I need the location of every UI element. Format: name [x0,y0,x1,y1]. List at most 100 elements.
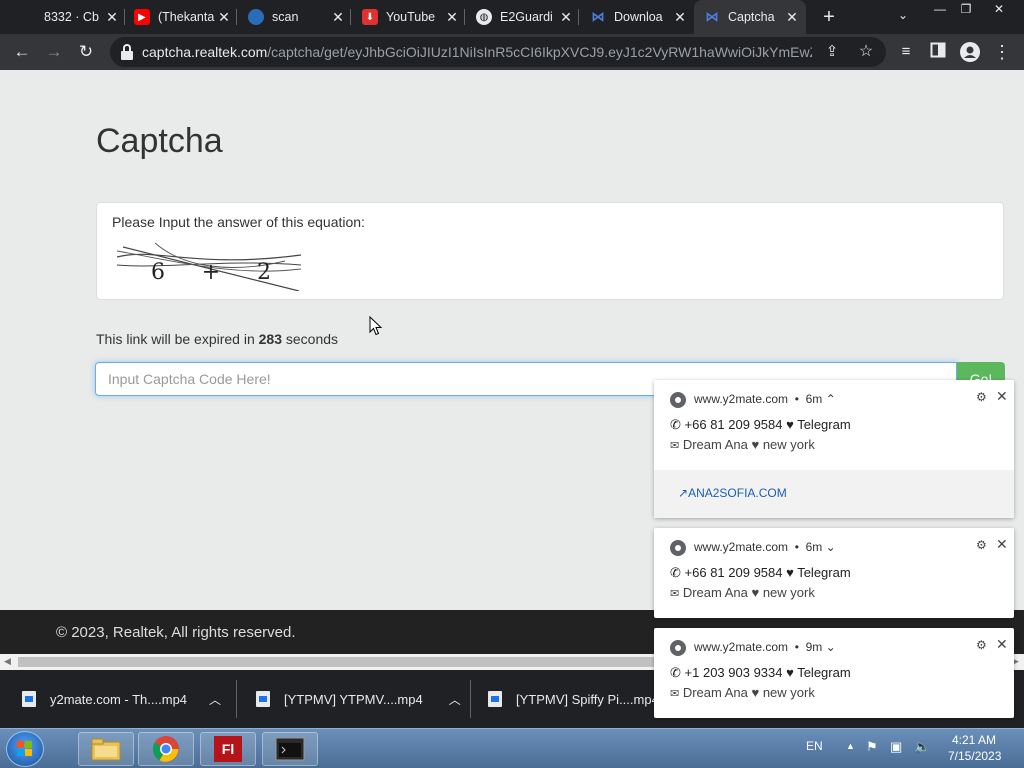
volume-muted-icon[interactable]: 🔈 [914,739,930,755]
reload-icon[interactable]: ↻ [76,42,96,62]
chevron-down-icon[interactable]: ⌄ [826,640,836,654]
notification-line-2: ✉ Dream Ana ♥ new york [670,685,815,700]
chevron-up-icon[interactable]: ⌃ [826,392,836,406]
side-panel-icon[interactable] [928,42,948,62]
clock[interactable]: 4:21 AM 7/15/2023 [948,733,1002,763]
download-item[interactable]: y2mate.com - Th....mp4 ︿ [22,670,221,728]
forward-icon[interactable]: → [44,42,64,62]
tab-divider [124,9,125,25]
network-icon[interactable]: ▣ [890,739,902,755]
download-divider [236,680,237,718]
url-text[interactable]: captcha.realtek.com/captcha/get/eyJhbGci… [142,44,812,60]
tab-divider [350,9,351,25]
flash-app[interactable]: Fl [200,732,256,766]
notification-text: +66 81 209 9584 ♥ Telegram [684,565,851,580]
close-window-button[interactable]: ✕ [984,0,1014,18]
reading-list-icon[interactable]: ≡ [896,42,916,62]
url-path: /captcha/get/eyJhbGciOiJIUzI1NiIsInR5cCI… [267,44,812,60]
start-button[interactable] [6,731,44,767]
tab-3[interactable]: ⬇ YouTube ✕ [356,0,460,34]
close-icon[interactable]: ✕ [996,388,1008,405]
tab-close-icon[interactable]: ✕ [330,9,346,26]
download-filename: y2mate.com - Th....mp4 [50,691,188,707]
notification-action-link[interactable]: ↗ANA2SOFIA.COM [678,486,787,500]
tab-close-icon[interactable]: ✕ [784,9,800,26]
restore-button[interactable]: ❐ [952,0,980,18]
notification-card[interactable]: www.y2mate.com • 6m ⌄ ⚙ ✕ ✆ +66 81 209 9… [654,528,1014,618]
download-site-icon: ⋈ [591,9,605,24]
chevron-down-icon[interactable]: ⌄ [826,540,836,554]
minimize-button[interactable]: — [926,0,954,18]
expire-suffix: seconds [285,331,339,347]
notification-time: 6m [805,540,823,554]
back-icon[interactable]: ← [12,42,32,62]
tab-title: Captcha [728,10,775,24]
expire-prefix: This link will be expired in [96,331,255,347]
chrome-app[interactable] [138,732,194,766]
notification-site: www.y2mate.com [694,392,789,406]
tab-2[interactable]: scan ✕ [242,0,346,34]
notification-text: Dream Ana ♥ new york [682,585,815,600]
action-center-icon[interactable]: ⚑ [866,739,878,755]
tab-close-icon[interactable]: ✕ [558,9,574,26]
scroll-left-icon[interactable]: ◀ [4,656,11,667]
clock-date: 7/15/2023 [948,749,1002,763]
terminal-icon [275,737,305,761]
chevron-up-icon[interactable]: ︿ [449,691,461,708]
captcha-panel: Please Input the answer of this equation… [96,202,1004,300]
profile-avatar-icon[interactable] [960,42,980,62]
notification-source: www.y2mate.com • 9m ⌄ [694,640,836,654]
browser-toolbar: ← → ↻ captcha.realtek.com/captcha/get/ey… [0,34,1024,70]
windows-taskbar: Fl EN ▲ ⚑ ▣ 🔈 4:21 AM 7/15/2023 [0,728,1024,768]
page-title: Captcha [96,122,223,160]
file-explorer-app[interactable] [78,732,134,766]
tray-expand-icon[interactable]: ▲ [846,741,855,751]
notification-line-1: ✆ +66 81 209 9584 ♥ Telegram [670,565,851,581]
gear-icon[interactable]: ⚙ [976,538,987,552]
download-item[interactable]: [YTPMV] YTPMV....mp4 ︿ [256,670,461,728]
terminal-app[interactable] [262,732,318,766]
expire-notice: This link will be expired in 283 seconds [96,331,338,347]
action-label: ANA2SOFIA.COM [688,486,787,500]
phone-icon: ✆ [670,665,681,680]
chevron-up-icon[interactable]: ︿ [209,691,221,708]
tab-4[interactable]: ◍ E2Guardi ✕ [470,0,574,34]
tab-5[interactable]: ⋈ Downloa ✕ [584,0,688,34]
notification-site: www.y2mate.com [694,640,789,654]
tab-1[interactable]: ▶ (Thekanta ✕ [128,0,232,34]
tab-close-icon[interactable]: ✕ [672,9,688,26]
lock-icon[interactable] [120,44,134,60]
bookmark-star-icon[interactable]: ☆ [856,42,876,62]
gear-icon[interactable]: ⚙ [976,638,987,652]
close-icon[interactable]: ✕ [996,536,1008,553]
captcha-prompt: Please Input the answer of this equation… [112,214,365,230]
menu-icon[interactable]: ⋮ [992,42,1012,62]
share-icon[interactable]: ⇪ [822,42,842,62]
chat-camera-icon: ✉ [670,588,680,600]
download-item[interactable]: [YTPMV] Spiffy Pi....mp4 [488,670,659,728]
url-host: captcha.realtek.com [142,44,268,60]
chat-camera-icon: ✉ [670,440,680,452]
tab-close-icon[interactable]: ✕ [104,9,120,26]
notification-line-1: ✆ +66 81 209 9584 ♥ Telegram [670,417,851,433]
close-icon[interactable]: ✕ [996,636,1008,653]
chrome-icon [152,736,179,762]
gear-icon[interactable]: ⚙ [976,390,987,404]
notification-site: www.y2mate.com [694,540,789,554]
notification-action[interactable]: ↗ANA2SOFIA.COM [654,470,1014,518]
notification-card[interactable]: www.y2mate.com • 6m ⌃ ⚙ ✕ ✆ +66 81 209 9… [654,380,1014,518]
new-tab-button[interactable]: + [818,6,840,28]
address-bar[interactable]: captcha.realtek.com/captcha/get/eyJhbGci… [110,37,886,67]
tab-close-icon[interactable]: ✕ [444,9,460,26]
chrome-icon [670,392,686,408]
tab-6-active[interactable]: ⋈ Captcha ✕ [694,0,806,34]
notification-time: 9m [805,640,823,654]
tab-search-icon[interactable]: ⌄ [898,8,908,22]
language-indicator[interactable]: EN [806,739,823,753]
notification-card[interactable]: www.y2mate.com • 9m ⌄ ⚙ ✕ ✆ +1 203 903 9… [654,628,1014,718]
footer-copyright: © 2023, Realtek, All rights reserved. [56,624,296,641]
tab-0[interactable]: 8332 · Cb ✕ [20,0,120,34]
windows-logo-icon [17,741,33,757]
tab-close-icon[interactable]: ✕ [216,9,232,26]
video-file-icon [22,691,36,707]
